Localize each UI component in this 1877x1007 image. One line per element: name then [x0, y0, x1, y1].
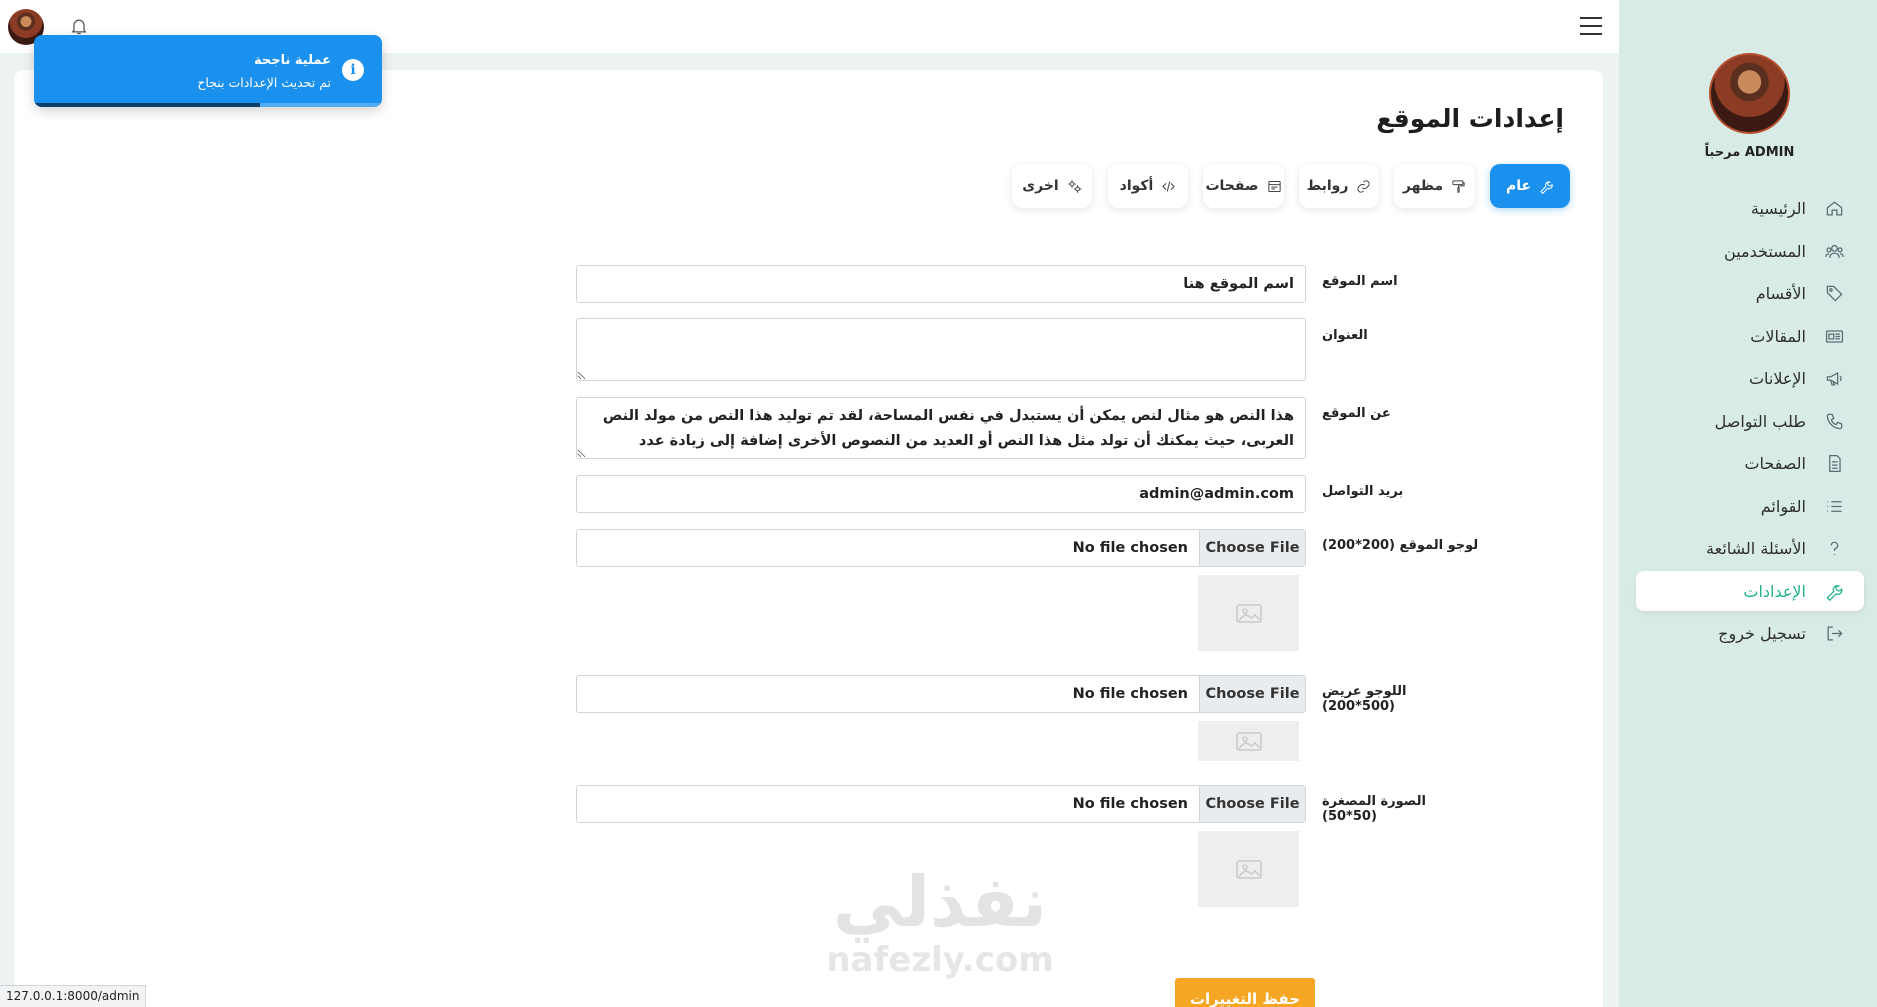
choose-file-button[interactable]: Choose File	[1199, 530, 1305, 566]
toast-message: تم تحديث الإعدادات بنجاح	[197, 75, 331, 90]
favicon-preview	[1198, 831, 1299, 907]
hamburger-icon[interactable]	[1580, 17, 1602, 35]
about-textarea[interactable]: هذا النص هو مثال لنص يمكن أن يستبدل في ن…	[576, 397, 1306, 459]
tab-pages[interactable]: صفحات	[1203, 164, 1284, 208]
sidebar-item-contact[interactable]: طلب التواصل	[1636, 401, 1864, 441]
sidebar-item-label: القوائم	[1760, 496, 1806, 516]
sidebar-item-users[interactable]: المستخدمين	[1636, 231, 1864, 271]
sidebar-item-home[interactable]: الرئيسية	[1636, 188, 1864, 228]
watermark: نفذلي nafezly.com	[820, 862, 1060, 992]
document-icon	[1824, 453, 1844, 473]
wide-logo-file-input[interactable]: Choose File No file chosen	[576, 675, 1306, 713]
sidebar-item-label: المقالات	[1750, 326, 1806, 346]
email-input[interactable]	[576, 475, 1306, 513]
paint-roller-icon	[1452, 179, 1465, 193]
tab-label: مظهر	[1402, 178, 1444, 194]
file-status: No file chosen	[1072, 686, 1188, 702]
sidebar-item-label: الأسئلة الشائعة	[1706, 538, 1806, 558]
link-icon	[1357, 179, 1370, 193]
choose-file-button[interactable]: Choose File	[1199, 786, 1305, 822]
users-icon	[1824, 241, 1844, 261]
tab-codes[interactable]: أكواد	[1108, 164, 1188, 208]
choose-file-button[interactable]: Choose File	[1199, 676, 1305, 712]
browser-status-url: 127.0.0.1:8000/admin	[0, 985, 147, 1007]
browser-icon	[1267, 180, 1281, 192]
sidebar-item-settings[interactable]: الإعدادات	[1636, 571, 1864, 611]
watermark-latin: nafezly.com	[826, 940, 1054, 980]
sidebar-item-categories[interactable]: الأقسام	[1636, 273, 1864, 313]
info-icon: i	[342, 59, 364, 81]
toast-title: عملية ناجحة	[253, 53, 331, 68]
sidebar-item-ads[interactable]: الإعلانات	[1636, 358, 1864, 398]
image-placeholder-icon	[1235, 732, 1262, 751]
tab-appearance[interactable]: مظهر	[1394, 164, 1475, 208]
about-label: عن الموقع	[1322, 406, 1391, 421]
wrench-icon	[1824, 581, 1844, 601]
gears-icon	[1067, 179, 1082, 193]
wide-logo-preview	[1198, 721, 1299, 761]
sidebar-item-label: تسجيل خروج	[1718, 623, 1806, 643]
bell-icon[interactable]	[69, 16, 89, 36]
logo-file-input[interactable]: Choose File No file chosen	[576, 529, 1306, 567]
tab-other[interactable]: اخرى	[1012, 164, 1092, 208]
email-label: بريد التواصل	[1322, 484, 1404, 499]
question-icon	[1824, 538, 1844, 558]
tab-general[interactable]: عام	[1490, 164, 1570, 208]
sidebar-item-label: الإعلانات	[1748, 368, 1806, 388]
site-name-input[interactable]	[576, 265, 1306, 303]
sidebar-item-label: الصفحات	[1744, 453, 1806, 473]
tab-links[interactable]: روابط	[1299, 164, 1379, 208]
image-placeholder-icon	[1235, 860, 1262, 879]
phone-icon	[1824, 411, 1844, 431]
sidebar-item-menus[interactable]: القوائم	[1636, 486, 1864, 526]
address-label: العنوان	[1322, 328, 1368, 343]
favicon-file-input[interactable]: Choose File No file chosen	[576, 785, 1306, 823]
logout-icon	[1824, 623, 1844, 643]
sidebar-item-pages[interactable]: الصفحات	[1636, 443, 1864, 483]
tab-label: أكواد	[1119, 178, 1154, 194]
image-placeholder-icon	[1235, 604, 1262, 623]
file-status: No file chosen	[1072, 540, 1188, 556]
watermark-arabic: نفذلي	[832, 861, 1048, 943]
file-status: No file chosen	[1072, 796, 1188, 812]
sidebar-item-label: طلب التواصل	[1714, 411, 1806, 431]
tab-label: روابط	[1306, 178, 1349, 194]
sidebar-item-label: الأقسام	[1755, 283, 1806, 303]
favicon-label: الصورة المصغرة (50*50)	[1322, 794, 1426, 824]
sidebar-item-label: المستخدمين	[1724, 241, 1806, 261]
sidebar-item-logout[interactable]: تسجيل خروج	[1636, 613, 1864, 653]
success-toast[interactable]: عملية ناجحة تم تحديث الإعدادات بنجاح i	[34, 35, 382, 107]
sidebar-avatar	[1709, 53, 1790, 134]
toast-progress	[34, 103, 382, 107]
wrench-icon	[1540, 181, 1553, 194]
sidebar-item-articles[interactable]: المقالات	[1636, 316, 1864, 356]
list-icon	[1824, 496, 1844, 516]
sidebar-item-faq[interactable]: الأسئلة الشائعة	[1636, 528, 1864, 568]
logo-label: لوجو الموقع (200*200)	[1322, 538, 1479, 553]
welcome-text: مرحباً ADMIN	[1704, 145, 1795, 160]
tag-icon	[1824, 283, 1844, 303]
sidebar-item-label: الإعدادات	[1743, 581, 1806, 601]
tab-label: صفحات	[1205, 178, 1259, 194]
megaphone-icon	[1824, 368, 1844, 388]
home-icon	[1824, 198, 1844, 218]
page-title: إعدادات الموقع	[1376, 104, 1564, 133]
site-name-label: اسم الموقع	[1322, 274, 1398, 289]
tab-label: اخرى	[1022, 178, 1059, 194]
logo-preview	[1198, 575, 1299, 651]
save-changes-button[interactable]: حفظ التغييرات	[1175, 978, 1315, 1007]
address-textarea[interactable]	[576, 318, 1306, 381]
newspaper-icon	[1824, 326, 1844, 346]
toast-progress-fill	[34, 103, 261, 107]
code-icon	[1162, 180, 1176, 192]
tab-label: عام	[1505, 178, 1532, 194]
wide-logo-label: اللوجو عريض (500*200)	[1322, 684, 1407, 714]
sidebar-item-label: الرئيسية	[1750, 198, 1806, 218]
